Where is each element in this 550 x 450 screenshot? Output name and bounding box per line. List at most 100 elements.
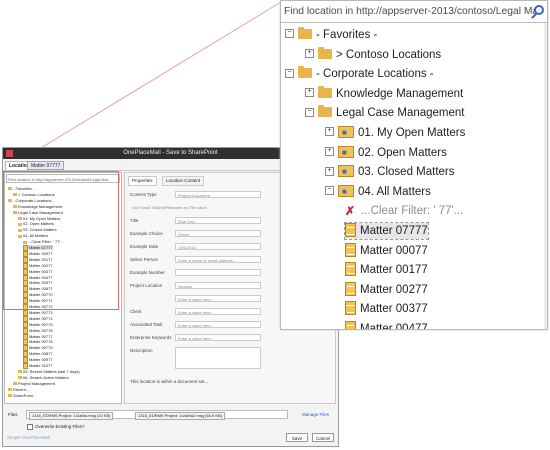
- tree-item[interactable]: Matter 00778: [23, 339, 53, 346]
- field-input[interactable]: Enter a value here...: [175, 308, 261, 315]
- field-label: Client: [130, 309, 142, 314]
- expand-icon[interactable]: +: [325, 166, 334, 176]
- tree-item[interactable]: +03. Closed Matters: [325, 164, 455, 180]
- folder-icon: [13, 382, 17, 386]
- tree-item[interactable]: − Legal Case Management: [305, 105, 465, 121]
- field-label: Example Date: [130, 244, 159, 249]
- tree-item[interactable]: Matter 00777: [23, 333, 53, 340]
- tree-item[interactable]: +01. My Open Matters: [325, 125, 465, 141]
- tree-item[interactable]: Matter 00977: [23, 357, 53, 364]
- document-set-icon: [345, 222, 356, 237]
- magnified-search-input[interactable]: Find location in http://appserver-2013/c…: [281, 1, 547, 23]
- tree-item[interactable]: 05. Recent Matters (last 7 days): [18, 369, 80, 374]
- save-button[interactable]: Save: [286, 433, 308, 442]
- tree-item-label: - Corporate Locations -: [316, 68, 434, 81]
- field-input[interactable]: [175, 347, 261, 369]
- tree-item[interactable]: Project Management: [13, 381, 55, 386]
- field-input[interactable]: [175, 269, 261, 276]
- tree-item[interactable]: SharePoint -: [8, 393, 35, 398]
- document-set-icon: [345, 301, 356, 316]
- field-input[interactable]: Enter a value here...: [175, 295, 261, 302]
- tab-matter[interactable]: Matter 07777: [27, 161, 65, 170]
- manage-files-link[interactable]: Manage Files: [302, 412, 329, 417]
- overwrite-checkbox[interactable]: [27, 424, 33, 430]
- tree-item-label: Recent -: [13, 386, 29, 392]
- tree-item[interactable]: Matter 00779: [23, 345, 53, 352]
- folder-icon: [318, 46, 332, 59]
- tree-item[interactable]: Matter 00277: [345, 281, 428, 298]
- tree-item-label: 01. My Open Matters: [358, 127, 466, 139]
- field-input[interactable]: Nevada: [175, 282, 261, 289]
- clear-filter-item[interactable]: ✗ ...Clear Filter: ' 77'...: [345, 203, 463, 219]
- zoom-highlight-box: [3, 171, 119, 310]
- expand-icon[interactable]: +: [325, 147, 334, 157]
- tree-item-label: Matter 00773: [29, 309, 53, 315]
- folder-icon: [18, 376, 22, 380]
- tree-item-label: 06. Search Active Matters: [23, 374, 69, 380]
- tree-item-label: Knowledge Management: [336, 87, 464, 100]
- tree-item[interactable]: + > Contoso Locations: [305, 46, 441, 63]
- tree-item[interactable]: − - Favorites -: [285, 26, 377, 43]
- tree-item[interactable]: Matter 00477: [345, 320, 428, 330]
- tree-item[interactable]: + Knowledge Management: [305, 85, 464, 102]
- tree-item-label: Matter 07777: [360, 225, 428, 237]
- tree-item[interactable]: − 04. All Matters: [325, 184, 431, 200]
- tree-item-label: Matter 00776: [29, 327, 53, 333]
- magnified-location-tree: Find location in http://appserver-2013/c…: [280, 0, 548, 330]
- tree-item-label: Matter 00477: [360, 323, 428, 330]
- document-set-icon: [345, 242, 356, 257]
- folder-icon: [8, 388, 12, 392]
- simple-mode-link[interactable]: Simple OnePlaceMail: [7, 435, 50, 440]
- tree-item[interactable]: − - Corporate Locations -: [285, 66, 434, 82]
- tree-item[interactable]: Matter 07777: [344, 222, 429, 240]
- tree-item[interactable]: Matter 00774: [23, 315, 53, 322]
- cancel-button[interactable]: Cancel: [312, 433, 334, 442]
- tree-item-label: ...Clear Filter: ' 77'...: [361, 205, 464, 218]
- overwrite-label: Overwrite Existing Files?: [35, 424, 85, 430]
- collapse-icon[interactable]: −: [285, 29, 294, 39]
- tree-item[interactable]: Matter 00177: [345, 262, 428, 278]
- field-label: Select Person: [130, 257, 159, 262]
- document-set-note: This location is within a document set..…: [130, 379, 209, 384]
- favorites-folder-icon: [298, 26, 312, 39]
- tree-scrollbar[interactable]: [544, 23, 547, 329]
- tree-item[interactable]: Matter 00776: [23, 327, 53, 334]
- field-input[interactable]: Project Document: [175, 191, 261, 198]
- file-attachment[interactable]: 1316_EDRMS Project: 1r2a8ra2.msg (60.9 K…: [135, 412, 226, 420]
- collapse-icon[interactable]: −: [305, 107, 314, 117]
- tree-item[interactable]: Matter 00775: [23, 321, 53, 328]
- expand-icon[interactable]: +: [325, 127, 334, 137]
- tree-item[interactable]: 06. Search Active Matters: [18, 375, 69, 380]
- field-input[interactable]: 1/06/2016: [175, 243, 261, 250]
- field-label: Description: [130, 348, 153, 353]
- field-input[interactable]: Enter a value here...: [175, 321, 261, 328]
- field-label: Title: [130, 218, 139, 223]
- field-input[interactable]: Enter a value here...: [175, 334, 261, 341]
- field-label: Example Choice: [130, 231, 163, 236]
- file-attachment[interactable]: 1316_EDRMS Project: 1r2a8ra.msg (10 KB): [29, 412, 114, 420]
- tree-item-label: Matter 00778: [29, 339, 53, 345]
- document-set-icon: [345, 320, 356, 329]
- tree-item[interactable]: Matter 00773: [23, 309, 53, 316]
- tree-item[interactable]: Matter 00077: [345, 242, 428, 259]
- tree-item[interactable]: +02. Open Matters: [325, 145, 447, 161]
- collapse-icon[interactable]: −: [285, 68, 294, 78]
- field-input[interactable]: [Sub Del]: [175, 217, 261, 224]
- tree-item[interactable]: Matter 00377: [345, 301, 428, 317]
- field-input[interactable]: Green: [175, 230, 261, 237]
- folder-icon: [318, 85, 332, 98]
- tree-item[interactable]: Matter 00877: [23, 351, 53, 358]
- search-icon[interactable]: [534, 5, 544, 15]
- tree-item[interactable]: Matter 01077: [23, 363, 53, 369]
- tree-item-label: Matter 00775: [29, 321, 53, 327]
- tree-item[interactable]: Recent -: [8, 387, 28, 392]
- search-folder-icon: [338, 145, 354, 161]
- field-input[interactable]: Use Email Subject/Filename as Title valu…: [130, 204, 260, 211]
- tab-location-content[interactable]: Location Content: [162, 176, 205, 186]
- expand-icon[interactable]: +: [305, 88, 314, 98]
- files-label: Files: [8, 412, 18, 417]
- field-input[interactable]: Enter a name or email address...: [175, 256, 261, 263]
- tab-properties[interactable]: Properties: [128, 176, 157, 186]
- collapse-icon[interactable]: −: [325, 186, 334, 196]
- expand-icon[interactable]: +: [305, 49, 314, 59]
